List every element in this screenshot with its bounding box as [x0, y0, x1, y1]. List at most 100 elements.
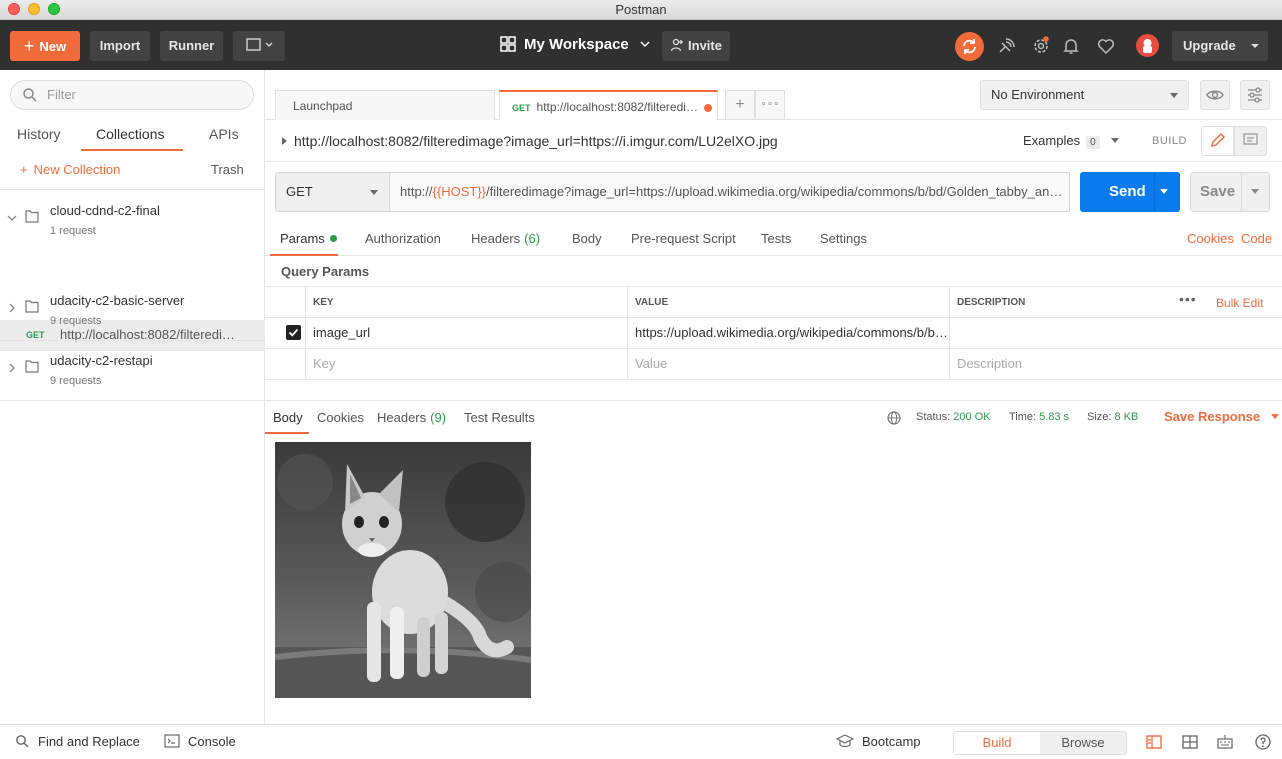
examples-label: Examples	[1023, 133, 1081, 148]
avatar[interactable]	[1136, 34, 1159, 57]
bootcamp-button[interactable]: Bootcamp	[835, 734, 921, 749]
param-key-cell[interactable]: image_url	[305, 318, 627, 348]
upgrade-button[interactable]: Upgrade	[1172, 31, 1268, 61]
param-enabled-checkbox[interactable]	[286, 325, 301, 340]
invite-label: Invite	[688, 38, 722, 53]
collection-name: udacity-c2-restapi	[50, 353, 153, 368]
globe-icon[interactable]	[886, 410, 902, 426]
new-button[interactable]: + New	[10, 31, 80, 61]
tab-active-request[interactable]: GET http://localhost:8082/filteredimage?i…	[499, 90, 718, 120]
invite-button[interactable]: Invite	[662, 31, 730, 61]
table-row: Key Value Description	[265, 349, 1282, 380]
examples-dropdown[interactable]: Examples 0	[1023, 133, 1121, 149]
browse-toggle[interactable]: Browse	[1040, 732, 1126, 754]
tab-tests[interactable]: Tests	[761, 231, 791, 246]
sidebar-tabs: History Collections APIs	[0, 124, 265, 151]
comments-button[interactable]	[1234, 126, 1267, 156]
chevron-down-icon	[7, 215, 17, 221]
param-description-cell[interactable]	[949, 318, 1282, 348]
keyboard-shortcuts-icon[interactable]	[1216, 733, 1234, 751]
zoom-window-button[interactable]	[48, 3, 60, 15]
method-select[interactable]: GET	[275, 172, 390, 212]
runner-button[interactable]: Runner	[160, 31, 223, 61]
new-collection-button[interactable]: + New Collection	[20, 162, 120, 177]
response-tab-body[interactable]: Body	[273, 410, 303, 425]
new-description-input[interactable]: Description	[949, 349, 1282, 379]
close-window-button[interactable]	[8, 3, 20, 15]
workspace-switcher[interactable]: My Workspace	[500, 33, 651, 57]
tab-options-button[interactable]: ∘∘∘	[755, 90, 785, 120]
save-divider	[1241, 173, 1242, 211]
satellite-icon[interactable]	[996, 35, 1018, 57]
settings-gear-icon[interactable]	[1030, 35, 1052, 57]
tab-params[interactable]: Params	[280, 231, 337, 246]
search-icon	[16, 735, 29, 748]
tab-headers[interactable]: Headers (6)	[471, 231, 540, 246]
time-value: 5.83 s	[1039, 411, 1070, 423]
trash-button[interactable]: Trash	[211, 162, 244, 177]
url-input[interactable]: http://{{HOST}}/filteredimage?image_url=…	[390, 172, 1070, 212]
send-divider	[1154, 172, 1155, 212]
collection-item[interactable]: udacity-c2-basic-server 9 requests	[0, 280, 265, 340]
tab-apis[interactable]: APIs	[209, 126, 239, 142]
layout-icon[interactable]	[1181, 733, 1199, 751]
build-toggle[interactable]: Build	[954, 732, 1040, 754]
window-titlebar: Postman	[0, 0, 1282, 20]
examples-count: 0	[1086, 136, 1100, 149]
minimize-window-button[interactable]	[28, 3, 40, 15]
heart-icon[interactable]	[1095, 35, 1117, 57]
tab-body[interactable]: Body	[572, 231, 602, 246]
import-button[interactable]: Import	[90, 31, 150, 61]
app-header: + New Import Runner My Workspace Invite	[0, 20, 1282, 70]
sidebar: History Collections APIs + New Collection…	[0, 70, 265, 724]
filter-input[interactable]	[47, 87, 237, 102]
new-key-input[interactable]: Key	[305, 349, 627, 379]
tab-prerequest-script[interactable]: Pre-request Script	[631, 231, 736, 246]
help-icon[interactable]	[1254, 733, 1272, 751]
save-button[interactable]: Save	[1190, 172, 1270, 212]
console-button[interactable]: Console	[164, 734, 236, 749]
request-title[interactable]: http://localhost:8082/filteredimage?imag…	[294, 133, 778, 149]
send-button[interactable]: Send	[1080, 172, 1180, 212]
sync-icon[interactable]	[955, 32, 984, 61]
bulk-edit-link[interactable]: Bulk Edit	[1216, 296, 1263, 310]
new-tab-button[interactable]: +	[725, 90, 755, 120]
console-icon	[164, 734, 180, 748]
response-tabs: Body Cookies Headers (9) Test Results Sta…	[265, 400, 1282, 434]
tab-authorization[interactable]: Authorization	[365, 231, 441, 246]
new-window-button[interactable]	[233, 31, 285, 61]
caret-down-icon[interactable]	[1160, 189, 1168, 194]
more-options-icon[interactable]: •••	[1179, 291, 1197, 307]
environment-quick-look-button[interactable]	[1200, 80, 1230, 110]
response-tab-headers[interactable]: Headers (9)	[377, 410, 446, 425]
tab-launchpad[interactable]: Launchpad	[275, 90, 495, 120]
tab-headers-label: Headers	[471, 231, 521, 246]
two-pane-view-icon[interactable]	[1145, 733, 1163, 751]
method-badge: GET	[512, 103, 531, 113]
tab-settings[interactable]: Settings	[820, 231, 867, 246]
cookies-link[interactable]: Cookies	[1187, 231, 1234, 246]
manage-environments-button[interactable]	[1240, 80, 1270, 110]
code-link[interactable]: Code	[1241, 231, 1272, 246]
params-active-dot	[329, 235, 337, 242]
new-value-input[interactable]: Value	[627, 349, 949, 379]
new-collection-label: New Collection	[33, 162, 121, 177]
response-tab-cookies[interactable]: Cookies	[317, 410, 364, 425]
expand-triangle-icon[interactable]	[282, 137, 287, 145]
send-label: Send	[1109, 183, 1146, 200]
caret-down-icon[interactable]	[1251, 189, 1259, 194]
param-value-cell[interactable]: https://upload.wikimedia.org/wikipedia/c…	[627, 318, 949, 348]
response-tab-test-results[interactable]: Test Results	[464, 410, 535, 425]
bell-icon[interactable]	[1060, 35, 1082, 57]
tab-history[interactable]: History	[17, 126, 61, 142]
edit-mode-button[interactable]	[1201, 126, 1234, 156]
environment-select[interactable]: No Environment	[980, 80, 1189, 110]
collection-item[interactable]: udacity-c2-restapi 9 requests	[0, 340, 265, 400]
status-value: 200 OK	[953, 411, 991, 423]
size-label: Size:	[1087, 411, 1112, 423]
collection-item[interactable]: cloud-cdnd-c2-final 1 request	[0, 190, 265, 250]
save-response-button[interactable]: Save Response	[1164, 409, 1281, 424]
filter-field[interactable]	[10, 80, 254, 110]
find-replace-button[interactable]: Find and Replace	[15, 734, 140, 749]
tab-collections[interactable]: Collections	[96, 126, 164, 142]
